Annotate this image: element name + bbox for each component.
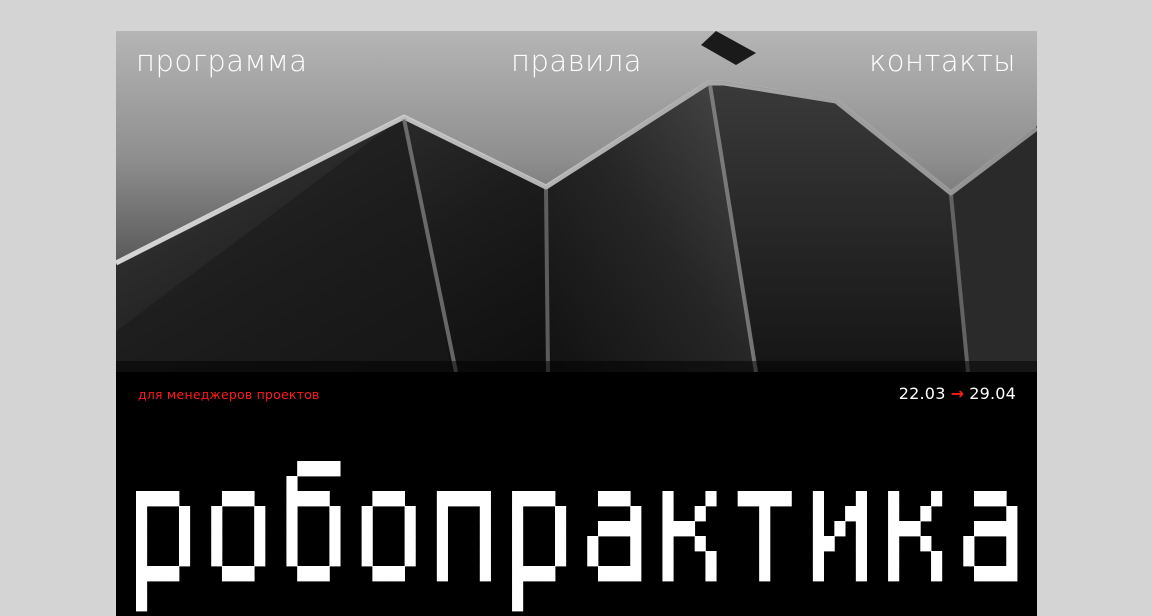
nav-contacts[interactable]: контакты xyxy=(869,43,1016,79)
wordmark-letter xyxy=(662,491,717,582)
wordmark-letter xyxy=(286,461,341,582)
date-end: 29.04 xyxy=(969,384,1016,403)
landing-frame: программа правила контакты для менеджеро… xyxy=(116,31,1037,616)
nav-rules[interactable]: правила xyxy=(511,43,642,79)
wordmark xyxy=(116,461,1037,616)
wordmark-letter xyxy=(211,491,266,582)
wordmark-letter xyxy=(136,491,191,612)
date-range: 22.03 → 29.04 xyxy=(899,384,1016,404)
wordmark-letter xyxy=(587,491,642,582)
wordmark-letter xyxy=(361,491,416,582)
hero-image: программа правила контакты xyxy=(116,31,1037,372)
wordmark-letter xyxy=(963,491,1018,582)
date-start: 22.03 xyxy=(898,384,946,403)
audience-subtitle: для менеджеров проектов xyxy=(138,387,320,402)
pixel-wordmark xyxy=(136,461,1018,612)
metallic-zigzag-image xyxy=(116,31,1037,372)
arrow-right-icon: → xyxy=(950,384,965,403)
wordmark-letter xyxy=(888,491,943,582)
wordmark-letter xyxy=(512,491,567,612)
wordmark-letter xyxy=(737,491,792,582)
nav-program[interactable]: программа xyxy=(136,43,308,79)
wordmark-letter xyxy=(436,491,491,582)
wordmark-letter xyxy=(812,491,867,582)
